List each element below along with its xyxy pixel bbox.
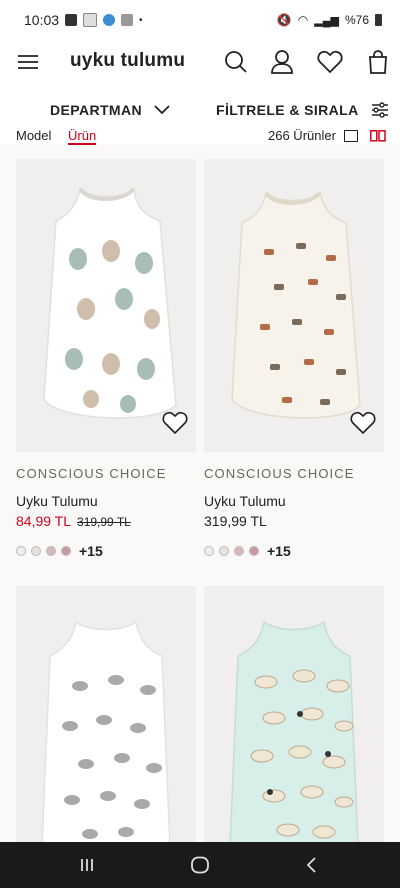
more-colors[interactable]: +15 — [267, 543, 291, 559]
color-swatch[interactable] — [204, 546, 214, 556]
color-swatches[interactable]: +15 — [204, 543, 384, 559]
color-swatches[interactable]: +15 — [16, 543, 196, 559]
product-name[interactable]: Uyku Tulumu — [204, 493, 384, 509]
menu-icon[interactable] — [14, 48, 42, 76]
back-icon[interactable] — [296, 852, 326, 878]
color-swatch[interactable] — [249, 546, 259, 556]
department-label: DEPARTMAN — [50, 102, 143, 118]
product-tab[interactable]: Ürün — [68, 128, 97, 145]
product-image[interactable] — [204, 159, 384, 452]
product-image[interactable] — [204, 586, 384, 879]
color-swatch[interactable] — [61, 546, 71, 556]
status-bar: 10:03 • 🔇 ◠ ▂▄▆ %76 — [0, 0, 400, 40]
heart-icon[interactable] — [350, 410, 376, 436]
conscious-choice-badge: CONSCIOUS CHOICE — [16, 466, 167, 481]
product-name[interactable]: Uyku Tulumu — [16, 493, 196, 509]
product-image[interactable] — [16, 586, 196, 879]
product-card[interactable] — [204, 586, 384, 879]
color-swatch[interactable] — [219, 546, 229, 556]
sale-price: 84,99 TL — [16, 513, 72, 529]
wifi-icon: ◠ — [297, 13, 309, 27]
color-swatch[interactable] — [16, 546, 26, 556]
account-icon[interactable] — [268, 48, 296, 76]
chevron-down-icon — [154, 105, 170, 115]
search-icon[interactable] — [222, 48, 250, 76]
recent-apps-icon[interactable] — [72, 852, 102, 878]
filter-sort-label: FİLTRELE & SIRALA — [216, 102, 359, 118]
color-swatch[interactable] — [31, 546, 41, 556]
bag-icon[interactable] — [364, 48, 392, 76]
price-row: 319,99 TL — [204, 513, 384, 529]
status-time: 10:03 — [24, 12, 60, 28]
old-price: 319,99 TL — [77, 515, 131, 529]
more-colors[interactable]: +15 — [79, 543, 103, 559]
single-view-icon[interactable] — [344, 130, 358, 142]
price-row: 84,99 TL 319,99 TL — [16, 513, 196, 529]
tiktok-icon — [65, 14, 78, 26]
dot-icon: • — [139, 14, 143, 26]
heart-icon[interactable] — [162, 410, 188, 436]
product-count: 266 Ürünler — [268, 128, 336, 143]
filter-sort-button[interactable]: FİLTRELE & SIRALA — [216, 102, 389, 118]
header: uyku tulumu — [0, 40, 400, 84]
product-card[interactable]: CONSCIOUS CHOICE Uyku Tulumu 319,99 TL +… — [204, 159, 384, 559]
color-swatch[interactable] — [234, 546, 244, 556]
cube-icon — [121, 14, 134, 26]
product-card[interactable]: CONSCIOUS CHOICE Uyku Tulumu 84,99 TL 31… — [16, 159, 196, 559]
signal-icon: ▂▄▆ — [314, 14, 339, 27]
favorites-icon[interactable] — [316, 48, 344, 76]
price: 319,99 TL — [204, 513, 267, 529]
sliders-icon — [371, 102, 388, 118]
product-card[interactable] — [16, 586, 196, 879]
model-tab[interactable]: Model — [16, 128, 51, 143]
mute-icon: 🔇 — [276, 13, 292, 27]
system-nav-bar — [0, 842, 400, 888]
app-icon — [103, 14, 116, 26]
home-icon[interactable] — [185, 852, 215, 878]
conscious-choice-badge: CONSCIOUS CHOICE — [204, 466, 355, 481]
grid-view-icon[interactable] — [370, 130, 386, 142]
department-dropdown[interactable]: DEPARTMAN — [50, 102, 170, 118]
battery-icon — [375, 14, 382, 26]
battery-text: %76 — [344, 13, 369, 27]
product-image[interactable] — [16, 159, 196, 452]
app-icon — [83, 13, 98, 27]
color-swatch[interactable] — [46, 546, 56, 556]
logo[interactable]: uyku tulumu — [70, 50, 185, 72]
view-toggle-row: Model Ürün 266 Ürünler — [0, 128, 400, 146]
